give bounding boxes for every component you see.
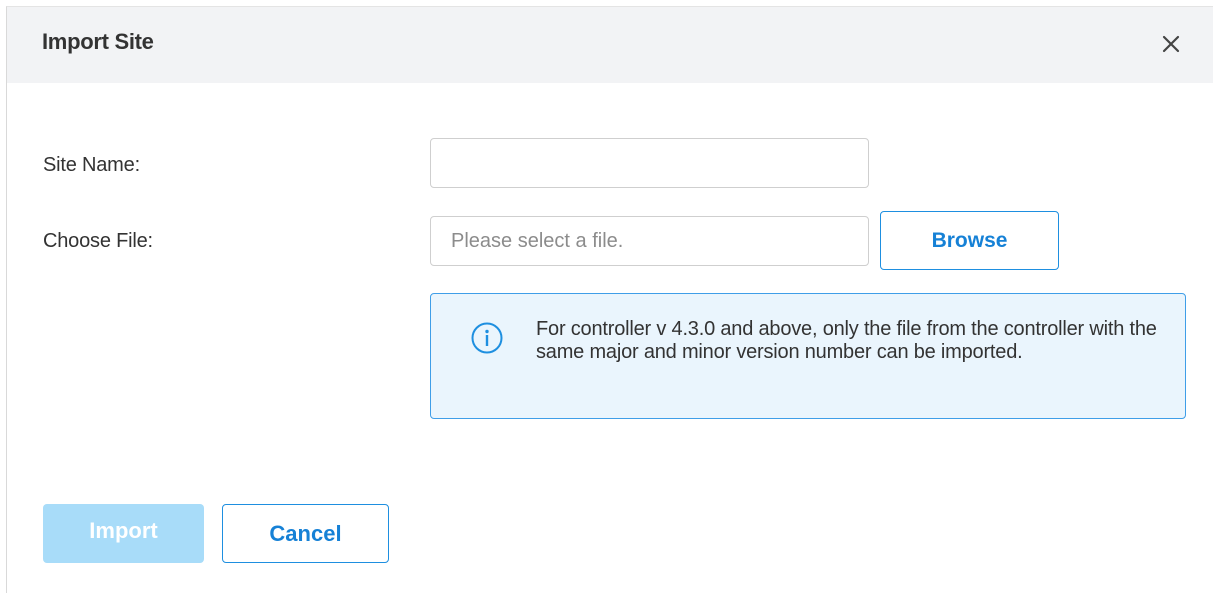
import-site-dialog: Import Site Site Name: Choose File: Brow… bbox=[6, 6, 1213, 593]
info-text: For controller v 4.3.0 and above, only t… bbox=[536, 318, 1157, 363]
site-name-input[interactable] bbox=[430, 138, 869, 188]
file-path-input[interactable] bbox=[430, 216, 869, 266]
choose-file-label: Choose File: bbox=[43, 230, 153, 252]
browse-button[interactable]: Browse bbox=[880, 211, 1059, 270]
cancel-button[interactable]: Cancel bbox=[222, 504, 389, 563]
close-icon[interactable] bbox=[1158, 31, 1184, 57]
info-icon bbox=[470, 321, 504, 355]
import-button[interactable]: Import bbox=[43, 504, 204, 563]
site-name-label: Site Name: bbox=[43, 154, 140, 176]
dialog-title: Import Site bbox=[42, 29, 154, 54]
dialog-header: Import Site bbox=[7, 7, 1213, 83]
info-notice: For controller v 4.3.0 and above, only t… bbox=[430, 293, 1186, 419]
